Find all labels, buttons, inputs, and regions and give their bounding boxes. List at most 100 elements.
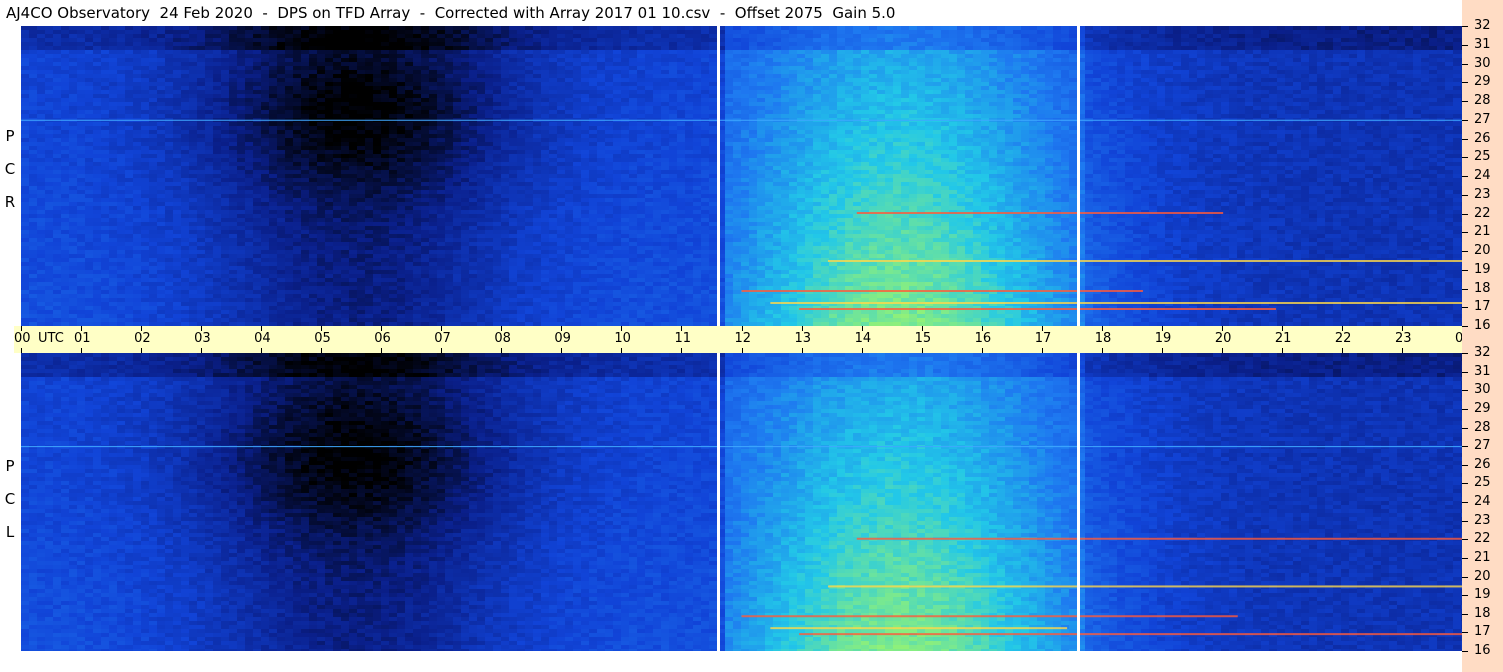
spectrogram-cell <box>813 46 822 51</box>
spectrogram-cell <box>1045 130 1054 135</box>
spectrogram-cell <box>117 102 126 107</box>
spectrogram-cell <box>837 34 846 39</box>
spectrogram-cell <box>1421 98 1430 103</box>
spectrogram-cell <box>773 114 782 119</box>
spectrogram-cell <box>557 66 566 71</box>
spectrogram-cell <box>581 38 590 43</box>
spectrogram-cell <box>445 134 454 139</box>
spectrogram-cell <box>253 66 262 71</box>
spectrogram-cell <box>733 98 742 103</box>
spectrogram-cell <box>349 110 358 115</box>
spectrogram-cell <box>341 134 350 139</box>
spectrogram-cell <box>981 66 990 71</box>
spectrogram-cell <box>205 42 214 47</box>
spectrogram-cell <box>637 98 646 103</box>
spectrogram-cell <box>1285 42 1294 47</box>
spectrogram-cell <box>1245 26 1254 31</box>
spectrogram-cell <box>789 54 798 59</box>
spectrogram-cell <box>1109 70 1118 75</box>
spectrogram-cell <box>1341 130 1350 135</box>
spectrogram-cell <box>765 94 774 99</box>
spectrogram-cell <box>1365 114 1374 119</box>
spectrogram-cell <box>1205 78 1214 83</box>
spectrogram-cell <box>109 26 118 31</box>
spectrogram-cell <box>877 54 886 59</box>
spectrogram-cell <box>1421 130 1430 135</box>
spectrogram-cell <box>853 94 862 99</box>
spectrogram-cell <box>101 70 110 75</box>
spectrogram-cell <box>1037 46 1046 51</box>
spectrogram-cell <box>685 50 694 55</box>
spectrogram-cell <box>1333 38 1342 43</box>
spectrogram-cell <box>261 82 270 87</box>
spectrogram-cell <box>909 126 918 131</box>
spectrogram-cell <box>733 86 742 91</box>
spectrogram-cell <box>421 26 430 31</box>
spectrogram-cell <box>53 114 62 119</box>
spectrogram-cell <box>1013 58 1022 63</box>
spectrogram-cell <box>517 94 526 99</box>
spectrogram-cell <box>269 82 278 87</box>
spectrogram-cell <box>1301 26 1310 31</box>
spectrogram-cell <box>213 50 222 55</box>
spectrogram-cell <box>317 62 326 67</box>
spectrogram-cell <box>277 26 286 31</box>
spectrogram-cell <box>813 110 822 115</box>
spectrogram-cell <box>541 34 550 39</box>
spectrogram-cell <box>733 82 742 87</box>
spectrogram-cell <box>589 126 598 131</box>
spectrogram-cell <box>1101 66 1110 71</box>
spectrogram-cell <box>293 62 302 67</box>
spectrogram-cell <box>941 30 950 35</box>
spectrogram-cell <box>1373 30 1382 35</box>
spectrogram-cell <box>877 58 886 63</box>
spectrogram-cell <box>293 94 302 99</box>
spectrogram-cell <box>1325 102 1334 107</box>
spectrogram-cell <box>1061 102 1070 107</box>
spectrogram-cell <box>525 122 534 127</box>
spectrogram-cell <box>1341 82 1350 87</box>
spectrogram-cell <box>533 98 542 103</box>
spectrogram-cell <box>997 78 1006 83</box>
spectrogram-cell <box>741 126 750 131</box>
spectrogram-cell <box>1053 122 1062 127</box>
spectrogram-cell <box>1261 86 1270 91</box>
spectrogram-cell <box>61 134 70 139</box>
spectrogram-cell <box>997 98 1006 103</box>
spectrogram-cell <box>693 106 702 111</box>
spectrogram-cell <box>1293 130 1302 135</box>
spectrogram-cell <box>1453 30 1462 35</box>
spectrogram-cell <box>197 46 206 51</box>
spectrogram-cell <box>653 74 662 79</box>
spectrogram-cell <box>1173 90 1182 95</box>
spectrogram-cell <box>1421 46 1430 51</box>
spectrogram-cell <box>1357 90 1366 95</box>
spectrogram-cell <box>149 114 158 119</box>
spectrogram-cell <box>957 98 966 103</box>
spectrogram-cell <box>821 130 830 135</box>
spectrogram-cell <box>765 86 774 91</box>
spectrogram-cell <box>749 42 758 47</box>
spectrogram-cell <box>469 66 478 71</box>
spectrogram-cell <box>821 46 830 51</box>
spectrogram-cell <box>141 82 150 87</box>
spectrogram-cell <box>1165 122 1174 127</box>
spectrogram-cell <box>1373 38 1382 43</box>
spectrogram-cell <box>461 114 470 119</box>
spectrogram-cell <box>197 90 206 95</box>
spectrogram-cell <box>845 82 854 87</box>
spectrogram-cell <box>1253 30 1262 35</box>
spectrogram-cell <box>533 86 542 91</box>
spectrogram-cell <box>1189 82 1198 87</box>
spectrogram-cell <box>613 46 622 51</box>
spectrogram-cell <box>1149 30 1158 35</box>
spectrogram-cell <box>1381 58 1390 63</box>
spectrogram-cell <box>125 30 134 35</box>
spectrogram-cell <box>1429 50 1438 55</box>
spectrogram-cell <box>213 34 222 39</box>
spectrogram-cell <box>493 106 502 111</box>
spectrogram-cell <box>581 126 590 131</box>
spectrogram-cell <box>453 102 462 107</box>
spectrogram-cell <box>253 58 262 63</box>
spectrogram-cell <box>85 134 94 139</box>
